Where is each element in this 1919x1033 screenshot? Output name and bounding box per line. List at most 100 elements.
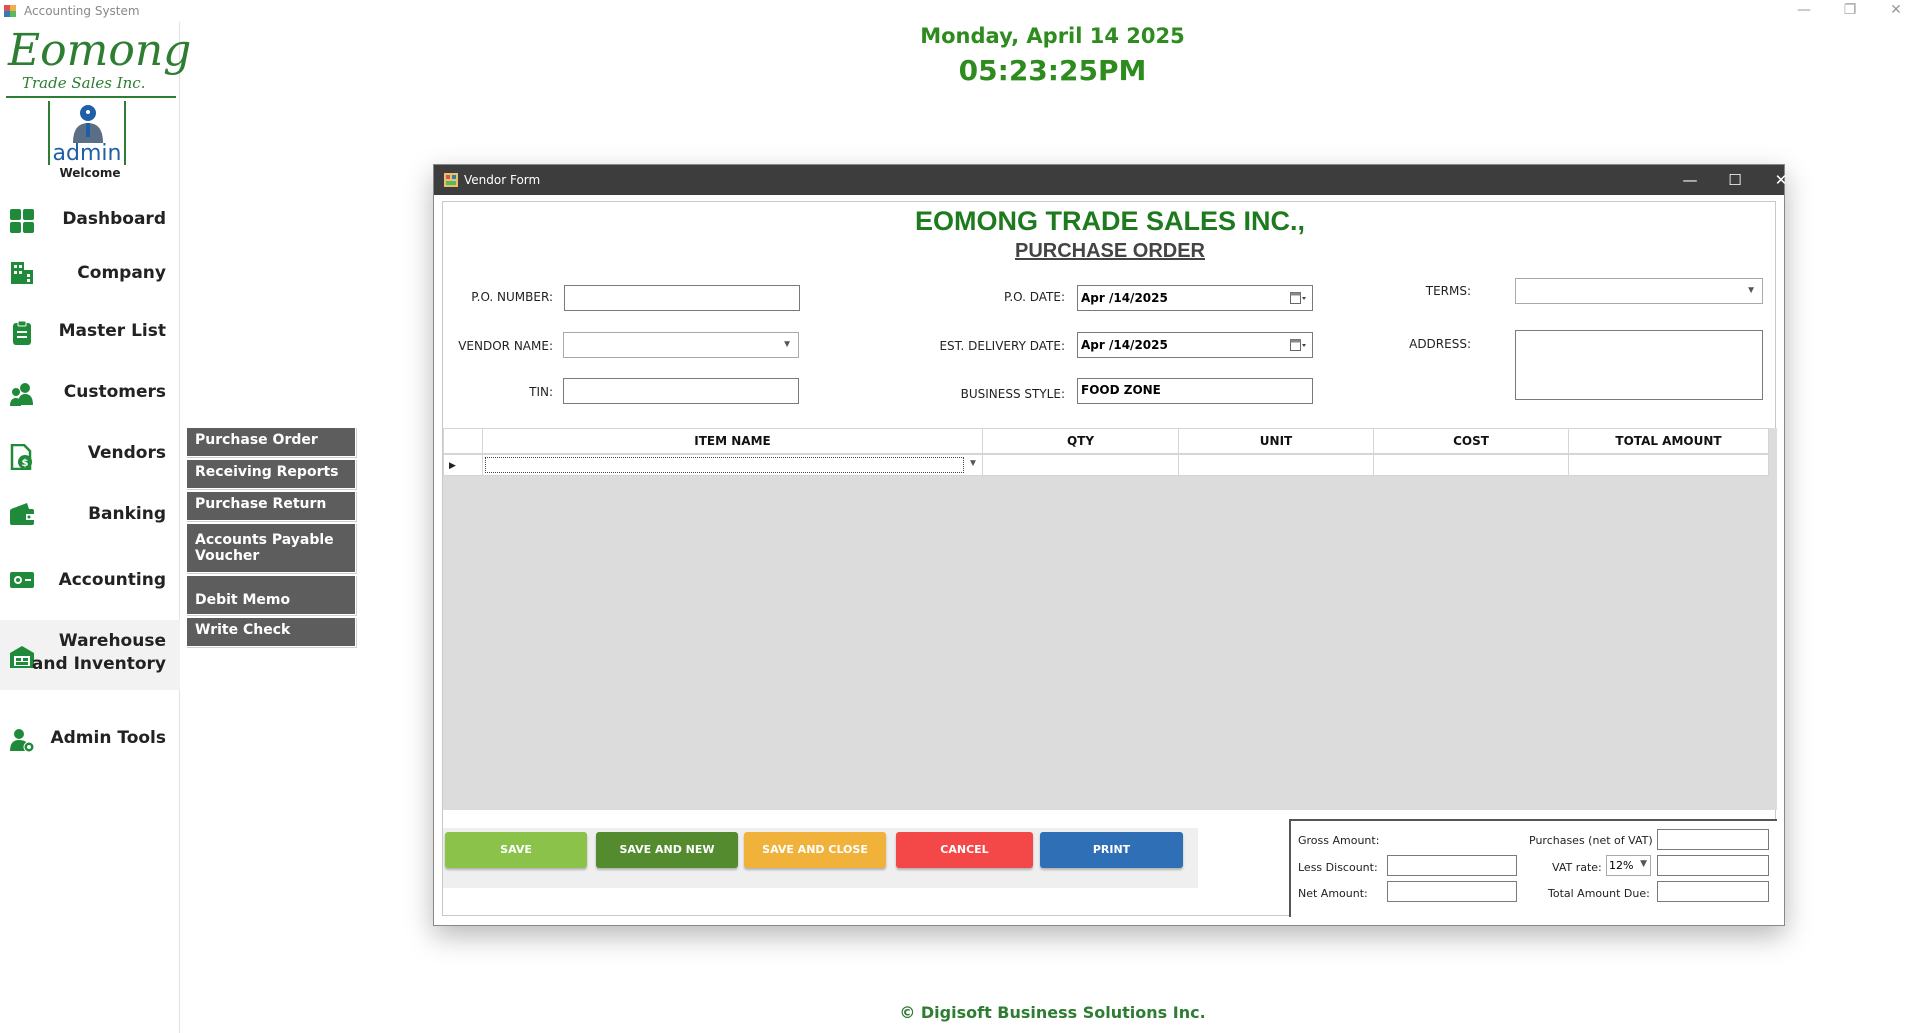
company-title: EOMONG TRADE SALES INC., [914, 206, 1306, 236]
sidebar-item-company[interactable]: Company [0, 248, 180, 300]
totals-panel: Gross Amount: Less Discount: Net Amount:… [1289, 819, 1777, 917]
cancel-button[interactable]: CANCEL [896, 832, 1033, 868]
tin-label: TIN: [529, 385, 553, 399]
vat-rate-label: VAT rate: [1552, 861, 1602, 874]
sidebar-item-warehouse[interactable]: Warehouse and Inventory [0, 620, 180, 690]
sidebar: Eomong Trade Sales Inc. admin Welcome Da… [0, 22, 191, 1033]
sidebar-item-label: Customers [63, 382, 166, 402]
po-date-picker[interactable]: Apr /14/2025 [1077, 285, 1313, 311]
calendar-icon [1290, 339, 1306, 351]
table-row-unit-cell[interactable] [1178, 454, 1374, 476]
net-amount-label: Net Amount: [1298, 887, 1368, 900]
sidebar-item-admin-tools[interactable]: Admin Tools [0, 713, 180, 765]
grid-corner-header [443, 428, 483, 454]
sidebar-item-banking[interactable]: Banking [0, 489, 180, 541]
vendor-name-select[interactable]: ▼ [563, 332, 799, 358]
app-icon [4, 5, 16, 17]
chevron-down-icon: ▼ [782, 339, 792, 350]
sidebar-item-vendors[interactable]: $ Vendors [0, 428, 180, 480]
purchases-net-vat-label: Purchases (net of VAT) [1529, 834, 1653, 847]
sidebar-item-dashboard[interactable]: Dashboard [0, 194, 180, 246]
submenu-item-receiving-reports[interactable]: Receiving Reports [186, 459, 356, 489]
logo-main-text: Eomong [8, 25, 192, 76]
submenu-item-debit-memo[interactable]: Debit Memo [186, 575, 356, 615]
gross-amount-label: Gross Amount: [1298, 834, 1380, 847]
table-row-total-cell[interactable] [1568, 454, 1769, 476]
sidebar-item-label-line2: and Inventory [31, 654, 166, 674]
sidebar-item-label: Warehouse and Inventory [32, 630, 166, 676]
address-textarea[interactable] [1515, 330, 1763, 400]
submenu-item-write-check[interactable]: Write Check [186, 617, 356, 647]
sidebar-item-accounting[interactable]: Accounting [0, 555, 180, 607]
restore-button[interactable]: ❐ [1827, 0, 1873, 22]
cash-icon [10, 572, 34, 588]
purchases-net-vat-field[interactable] [1657, 829, 1769, 850]
calendar-icon [1290, 292, 1306, 304]
net-amount-field[interactable] [1387, 881, 1517, 902]
total-amount-due-label: Total Amount Due: [1548, 887, 1650, 900]
dialog-body: EOMONG TRADE SALES INC., PURCHASE ORDER … [442, 201, 1777, 917]
po-date-label: P.O. DATE: [1003, 290, 1065, 304]
vat-rate-select[interactable]: 12% ▼ [1606, 855, 1651, 876]
terms-select[interactable]: ▼ [1515, 278, 1763, 304]
dashboard-icon [10, 209, 34, 233]
svg-text:$: $ [22, 458, 29, 469]
users-icon [10, 383, 33, 406]
dialog-maximize-button[interactable]: ☐ [1717, 169, 1753, 191]
vat-amount-field[interactable] [1657, 855, 1769, 876]
terms-label: TERMS: [1425, 284, 1471, 298]
chevron-down-icon: ▼ [1640, 859, 1647, 869]
tin-input[interactable] [563, 378, 799, 404]
grid-header-total-amount[interactable]: TOTAL AMOUNT [1568, 428, 1769, 454]
sidebar-item-label: Dashboard [62, 209, 166, 229]
po-number-input[interactable] [564, 285, 800, 311]
user-avatar-icon [73, 105, 103, 143]
items-grid: ITEM NAME QTY UNIT COST TOTAL AMOUNT ▶ ▼ [443, 428, 1777, 810]
grid-header-qty[interactable]: QTY [982, 428, 1179, 454]
minimize-button[interactable]: — [1781, 0, 1827, 22]
sidebar-item-label: Banking [88, 504, 166, 524]
sidebar-item-customers[interactable]: Customers [0, 367, 180, 419]
submenu-item-purchase-return[interactable]: Purchase Return [186, 491, 356, 521]
close-button[interactable]: ✕ [1873, 0, 1919, 22]
total-amount-due-field[interactable] [1657, 881, 1769, 902]
less-discount-input[interactable] [1387, 855, 1517, 876]
submenu-item-accounts-payable-voucher[interactable]: Accounts Payable Voucher [186, 523, 356, 573]
po-date-value: Apr /14/2025 [1081, 291, 1168, 305]
dialog-minimize-button[interactable]: — [1672, 169, 1708, 191]
table-row-qty-cell[interactable] [982, 454, 1179, 476]
po-number-label: P.O. NUMBER: [471, 290, 553, 304]
sidebar-item-label: Admin Tools [50, 728, 166, 748]
current-date: Monday, April 14 2025 [920, 24, 1185, 48]
dialog-close-button[interactable]: ✕ [1763, 169, 1799, 191]
business-style-label: BUSINESS STYLE: [960, 387, 1065, 401]
form-icon [444, 173, 458, 187]
action-button-bar: SAVE SAVE AND NEW SAVE AND CLOSE CANCEL … [443, 828, 1198, 888]
save-button[interactable]: SAVE [445, 832, 587, 868]
wallet-icon [10, 503, 34, 525]
table-row-cost-cell[interactable] [1373, 454, 1569, 476]
vendor-name-label: VENDOR NAME: [458, 339, 553, 353]
save-and-close-button[interactable]: SAVE AND CLOSE [744, 832, 886, 868]
logo-sub-text: Trade Sales Inc. [22, 74, 146, 92]
grid-header-item-name[interactable]: ITEM NAME [482, 428, 983, 454]
chevron-down-icon: ▼ [968, 458, 978, 469]
print-button[interactable]: PRINT [1040, 832, 1183, 868]
dialog-titlebar: Vendor Form — ☐ ✕ [434, 165, 1787, 195]
sidebar-item-label-line1: Warehouse [58, 631, 166, 651]
est-delivery-value: Apr /14/2025 [1081, 338, 1168, 352]
grid-header-cost[interactable]: COST [1373, 428, 1569, 454]
est-delivery-date-picker[interactable]: Apr /14/2025 [1077, 332, 1313, 358]
business-style-input[interactable]: FOOD ZONE [1077, 378, 1313, 404]
app-titlebar: Accounting System — ❐ ✕ [0, 0, 1919, 22]
save-and-new-button[interactable]: SAVE AND NEW [596, 832, 738, 868]
sidebar-item-master-list[interactable]: Master List [0, 306, 180, 358]
app-title: Accounting System [24, 4, 140, 18]
grid-header-unit[interactable]: UNIT [1178, 428, 1374, 454]
sidebar-item-label: Master List [58, 321, 166, 341]
welcome-text: Welcome [59, 166, 121, 180]
building-icon [11, 262, 33, 284]
item-name-select[interactable] [485, 457, 964, 473]
sidebar-item-label: Vendors [87, 443, 166, 463]
submenu-item-purchase-order[interactable]: Purchase Order [186, 427, 356, 457]
